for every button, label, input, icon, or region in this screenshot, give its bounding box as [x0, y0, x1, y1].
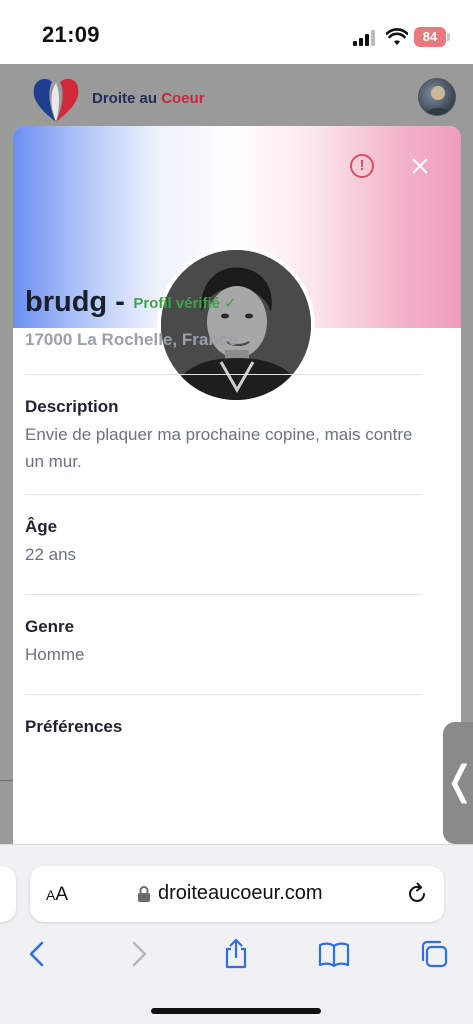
battery-icon: 84	[414, 27, 450, 47]
battery-level: 84	[414, 27, 446, 47]
forward-icon[interactable]	[122, 938, 154, 970]
age-section: Âge 22 ans	[25, 494, 422, 568]
divider	[0, 780, 14, 781]
profile-modal: !	[13, 126, 461, 856]
home-indicator	[151, 1008, 321, 1014]
preferences-label: Préférences	[25, 717, 123, 736]
age-label: Âge	[25, 517, 58, 536]
reader-options-button[interactable]: AA	[46, 884, 68, 906]
location: 17000 La Rochelle, France	[25, 330, 238, 349]
url-text[interactable]: droiteaucoeur.com	[158, 882, 323, 905]
preferences-section: Préférences	[25, 694, 422, 741]
age-value: 22 ans	[25, 545, 77, 564]
site-name[interactable]: Droite au Coeur	[92, 90, 205, 107]
tabs-icon[interactable]	[418, 938, 450, 970]
share-icon[interactable]	[220, 938, 252, 970]
previous-tab[interactable]	[0, 866, 16, 922]
description-section: Description Envie de plaquer ma prochain…	[25, 374, 422, 475]
report-button[interactable]: !	[350, 154, 374, 178]
gender-section: Genre Homme	[25, 594, 422, 668]
side-handle-button[interactable]: ❬	[443, 722, 473, 844]
wifi-icon	[386, 28, 408, 45]
gender-label: Genre	[25, 617, 75, 636]
reload-icon[interactable]	[405, 881, 429, 905]
lock-icon	[138, 886, 150, 902]
site-name-part1: Droite au	[92, 90, 162, 107]
signal-icon	[353, 30, 375, 46]
verified-badge: Profil vérifié ✓	[133, 295, 237, 312]
back-icon[interactable]	[22, 938, 54, 970]
site-logo-icon[interactable]	[30, 74, 82, 124]
status-bar: 21:09 84	[0, 0, 473, 64]
bookmarks-icon[interactable]	[318, 938, 350, 970]
username: brudg -	[25, 286, 125, 318]
description-value: Envie de plaquer ma prochaine copine, ma…	[25, 425, 413, 471]
close-icon[interactable]	[408, 154, 432, 178]
status-time: 21:09	[42, 22, 100, 47]
alert-icon: !	[359, 157, 365, 174]
chevron-left-icon: ❬	[443, 759, 473, 803]
description-label: Description	[25, 397, 119, 416]
user-avatar[interactable]	[418, 78, 456, 116]
gender-value: Homme	[25, 645, 85, 664]
profile-heading: brudg - Profil vérifié ✓	[25, 286, 237, 319]
site-name-part2: Coeur	[161, 90, 205, 107]
